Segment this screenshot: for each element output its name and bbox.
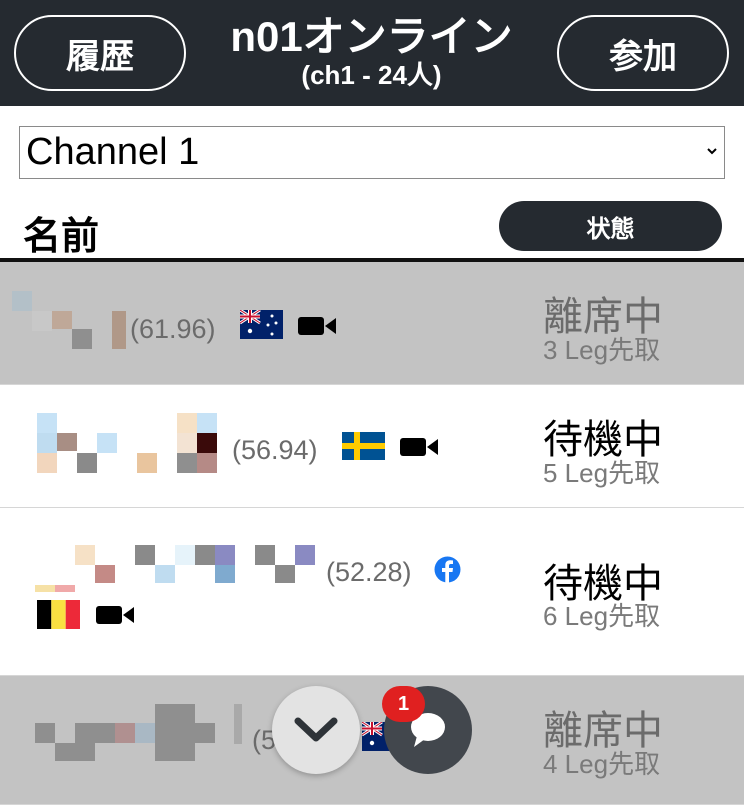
history-button[interactable]: 履歴 [14,15,186,91]
player-rating: (61.96) [130,314,216,344]
player-row[interactable]: (61.96) 離席中 3 Leg先取 [0,262,744,385]
leg-format: 6 Leg先取 [543,601,661,631]
video-camera-icon [298,317,336,335]
leg-format: 4 Leg先取 [543,749,661,779]
app-header: 履歴 n01オンライン (ch1 - 24人) 参加 [0,0,744,106]
player-rating: (56.94) [232,435,318,465]
video-camera-icon [96,606,134,624]
channel-select-value: Channel 1 [26,131,200,173]
leg-format: 5 Leg先取 [543,458,661,488]
join-button[interactable]: 参加 [557,15,729,91]
leg-format: 3 Leg先取 [543,335,661,365]
player-row[interactable]: (56.94) 待機中 5 Leg先取 [0,385,744,508]
chevron-down-icon [707,148,717,155]
sweden-flag-icon [342,432,385,460]
channel-select[interactable]: Channel 1 [19,126,725,179]
player-row[interactable]: (52.28) 待機中 6 Leg先取 [0,508,744,676]
scroll-down-button[interactable] [272,686,360,774]
chevron-down-icon [294,717,338,742]
page-title: n01オンライン [230,13,513,60]
player-row[interactable]: (50.50) 離席中 4 Leg先取 [0,676,744,805]
chat-notification-badge: 1 [382,686,425,722]
facebook-icon[interactable] [434,556,461,583]
video-camera-icon [400,438,438,456]
belgium-flag-icon [37,600,80,629]
australia-flag-icon [240,310,283,339]
status-sort-button[interactable]: 状態 [499,201,722,251]
player-rating: (52.28) [326,557,412,587]
channel-user-count: (ch1 - 24人) [301,60,442,90]
name-column-header: 名前 [23,214,100,258]
